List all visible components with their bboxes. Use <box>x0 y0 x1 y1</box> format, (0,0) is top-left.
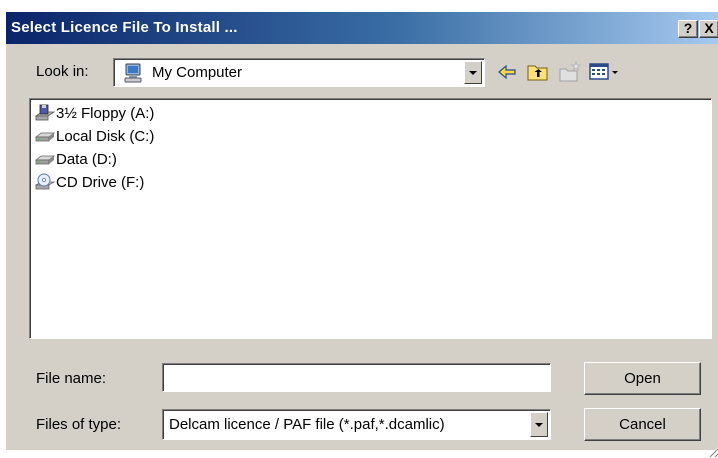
list-item-label: CD Drive (F:) <box>56 174 145 191</box>
cd-drive-icon <box>34 173 56 190</box>
close-button[interactable]: X <box>699 20 718 38</box>
open-file-dialog: Select Licence File To Install ... ? X L… <box>5 11 718 458</box>
resize-grip-icon[interactable] <box>706 442 718 458</box>
file-name-label: File name: <box>36 370 107 387</box>
look-in-dropdown[interactable]: My Computer <box>113 58 485 87</box>
my-computer-icon <box>124 63 142 83</box>
file-type-dropdown-arrow[interactable] <box>530 412 548 437</box>
open-button[interactable]: Open <box>584 362 701 395</box>
help-button[interactable]: ? <box>678 20 698 38</box>
cancel-button[interactable]: Cancel <box>584 408 701 441</box>
list-item[interactable]: CD Drive (F:) <box>34 172 254 194</box>
floppy-drive-icon <box>34 104 56 121</box>
list-item[interactable]: Data (D:) <box>34 149 254 171</box>
view-menu-icon[interactable] <box>588 60 622 84</box>
list-item-label: Local Disk (C:) <box>56 128 155 145</box>
back-arrow-icon[interactable] <box>495 60 519 84</box>
up-folder-icon[interactable] <box>526 60 550 84</box>
file-type-value: Delcam licence / PAF file (*.paf,*.dcaml… <box>169 416 445 433</box>
list-item-label: 3½ Floppy (A:) <box>56 105 155 122</box>
look-in-dropdown-arrow[interactable] <box>464 61 482 84</box>
hard-disk-icon <box>34 132 56 142</box>
dialog-title: Select Licence File To Install ... <box>11 19 238 36</box>
file-type-dropdown[interactable]: Delcam licence / PAF file (*.paf,*.dcaml… <box>162 409 551 440</box>
list-item-label: Data (D:) <box>56 151 117 168</box>
file-type-label: Files of type: <box>36 416 122 433</box>
list-item[interactable]: Local Disk (C:) <box>34 126 254 148</box>
file-list[interactable]: 3½ Floppy (A:) Local Disk (C:) Data (D:) <box>29 98 712 339</box>
look-in-label: Look in: <box>36 63 89 80</box>
new-folder-icon[interactable] <box>558 60 582 84</box>
title-bar[interactable]: Select Licence File To Install ... ? X <box>6 12 718 44</box>
hard-disk-icon <box>34 155 56 165</box>
look-in-value: My Computer <box>152 64 243 81</box>
file-name-input[interactable] <box>162 363 551 392</box>
list-item[interactable]: 3½ Floppy (A:) <box>34 103 254 125</box>
